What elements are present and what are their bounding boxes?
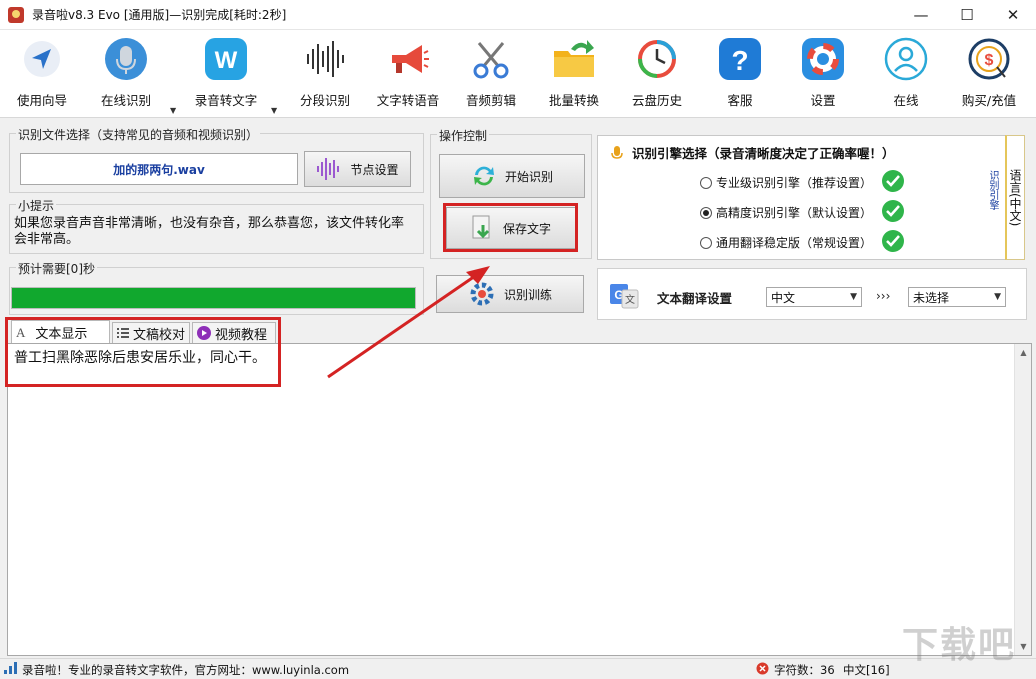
- watermark-logo: 下载吧: [902, 625, 1017, 666]
- annotation-arrow: [327, 266, 490, 379]
